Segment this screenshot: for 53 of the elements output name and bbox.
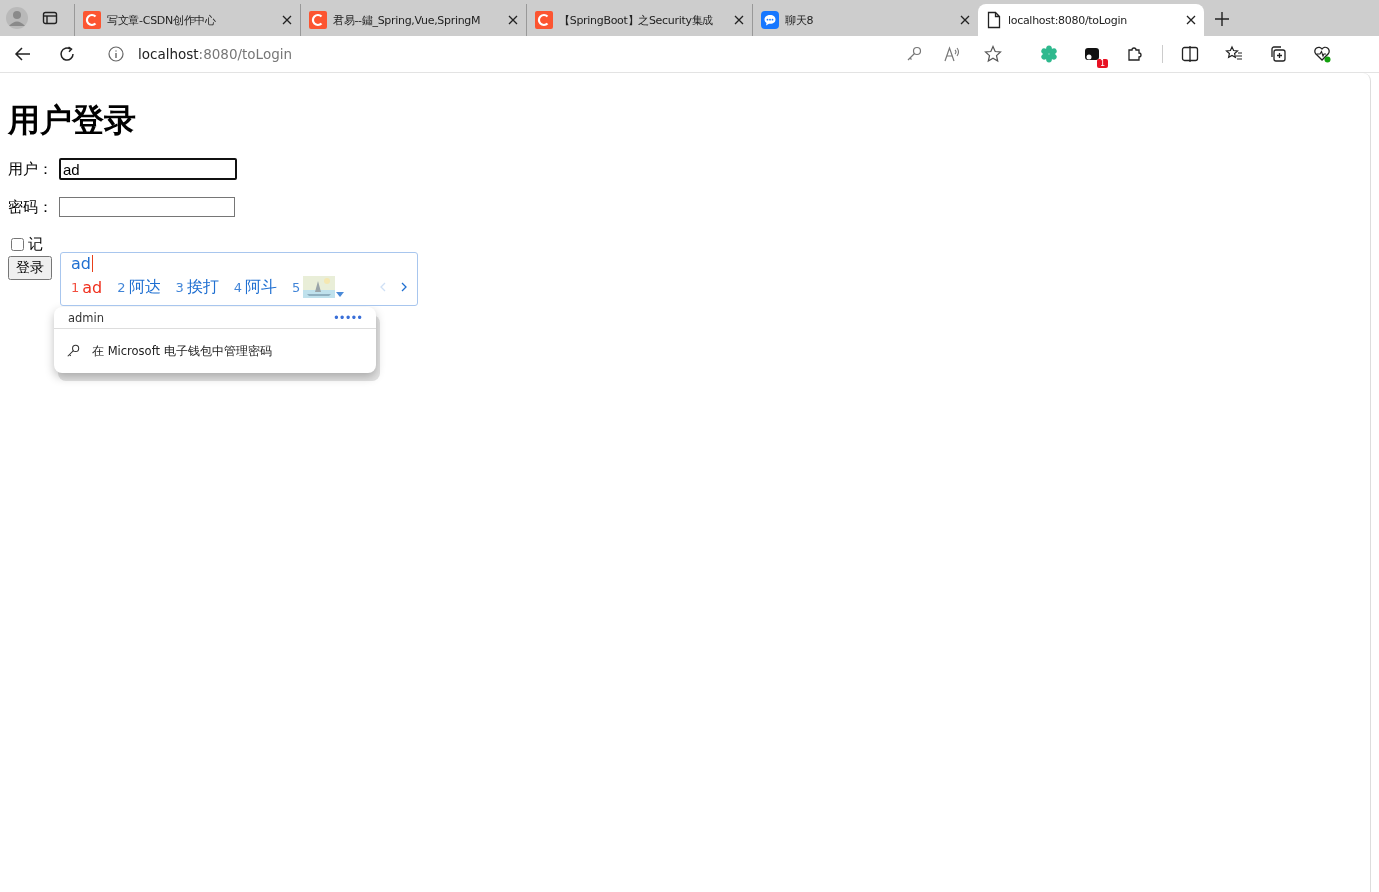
- field-label: 用户：: [8, 159, 53, 179]
- key-icon: [66, 344, 80, 358]
- csdn-logo-icon: [535, 11, 553, 29]
- key-icon[interactable]: [906, 46, 922, 62]
- close-icon[interactable]: [1186, 15, 1196, 25]
- browser-tab[interactable]: 君易--鏽_Spring,Vue,SpringM: [300, 4, 526, 36]
- browser-tab[interactable]: 【SpringBoot】之Security集成: [526, 4, 752, 36]
- notification-badge: 1: [1096, 59, 1108, 68]
- login-button[interactable]: 登录: [8, 256, 52, 280]
- remember-label: 记: [28, 235, 43, 254]
- page-heading: 用户登录: [8, 100, 137, 141]
- page-icon: [986, 11, 1002, 29]
- username-field[interactable]: ad: [59, 158, 237, 180]
- ime-candidate[interactable]: 2 阿达: [117, 276, 161, 298]
- new-tab-icon[interactable]: [1214, 11, 1230, 27]
- field-label: 密码：: [8, 197, 53, 217]
- refresh-icon[interactable]: [58, 45, 76, 63]
- browser-tab[interactable]: 写文章-CSDN创作中心: [74, 4, 300, 36]
- csdn-logo-icon: [83, 11, 101, 29]
- saved-username: admin: [68, 310, 105, 325]
- tab-actions-icon[interactable]: [42, 10, 58, 26]
- saved-login-item[interactable]: admin •••••: [54, 307, 376, 329]
- extension-icon[interactable]: [1084, 46, 1100, 62]
- ime-candidate[interactable]: 5: [292, 276, 336, 298]
- ime-candidate[interactable]: 4 阿斗: [233, 276, 278, 298]
- puzzle-icon[interactable]: [1126, 45, 1144, 63]
- close-icon[interactable]: [282, 15, 292, 25]
- manage-passwords-item[interactable]: 在 Microsoft 电子钱包中管理密码: [54, 329, 376, 373]
- ime-candidate[interactable]: 3 挨打: [175, 276, 219, 298]
- ime-candidate[interactable]: 1 ad: [71, 277, 103, 297]
- health-icon[interactable]: [1313, 45, 1331, 63]
- composition-text: ad: [71, 254, 94, 273]
- info-icon[interactable]: [108, 46, 124, 62]
- close-icon[interactable]: [960, 15, 970, 25]
- back-icon[interactable]: [14, 45, 32, 63]
- browser-tab[interactable]: 聊天8: [752, 4, 978, 36]
- favorites-icon[interactable]: [1225, 45, 1243, 63]
- star-icon[interactable]: [984, 45, 1002, 63]
- close-icon[interactable]: [508, 15, 518, 25]
- csdn-logo-icon: [309, 11, 327, 29]
- saved-password-mask: •••••: [333, 310, 362, 325]
- split-screen-icon[interactable]: [1181, 46, 1199, 62]
- browser-tab[interactable]: localhost:8080/toLogin: [978, 4, 1204, 36]
- read-aloud-icon[interactable]: [944, 46, 962, 62]
- close-icon[interactable]: [734, 15, 744, 25]
- url-text: localhost:8080/toLogin: [138, 46, 293, 62]
- expand-icon[interactable]: [336, 291, 345, 297]
- next-page-icon[interactable]: [401, 282, 407, 292]
- collections-icon[interactable]: [1269, 45, 1287, 63]
- password-field[interactable]: [59, 197, 235, 217]
- address-bar[interactable]: localhost:8080/toLogin: [94, 39, 1014, 69]
- remember-checkbox[interactable]: [11, 238, 24, 251]
- chat-bubble-icon: [761, 11, 779, 29]
